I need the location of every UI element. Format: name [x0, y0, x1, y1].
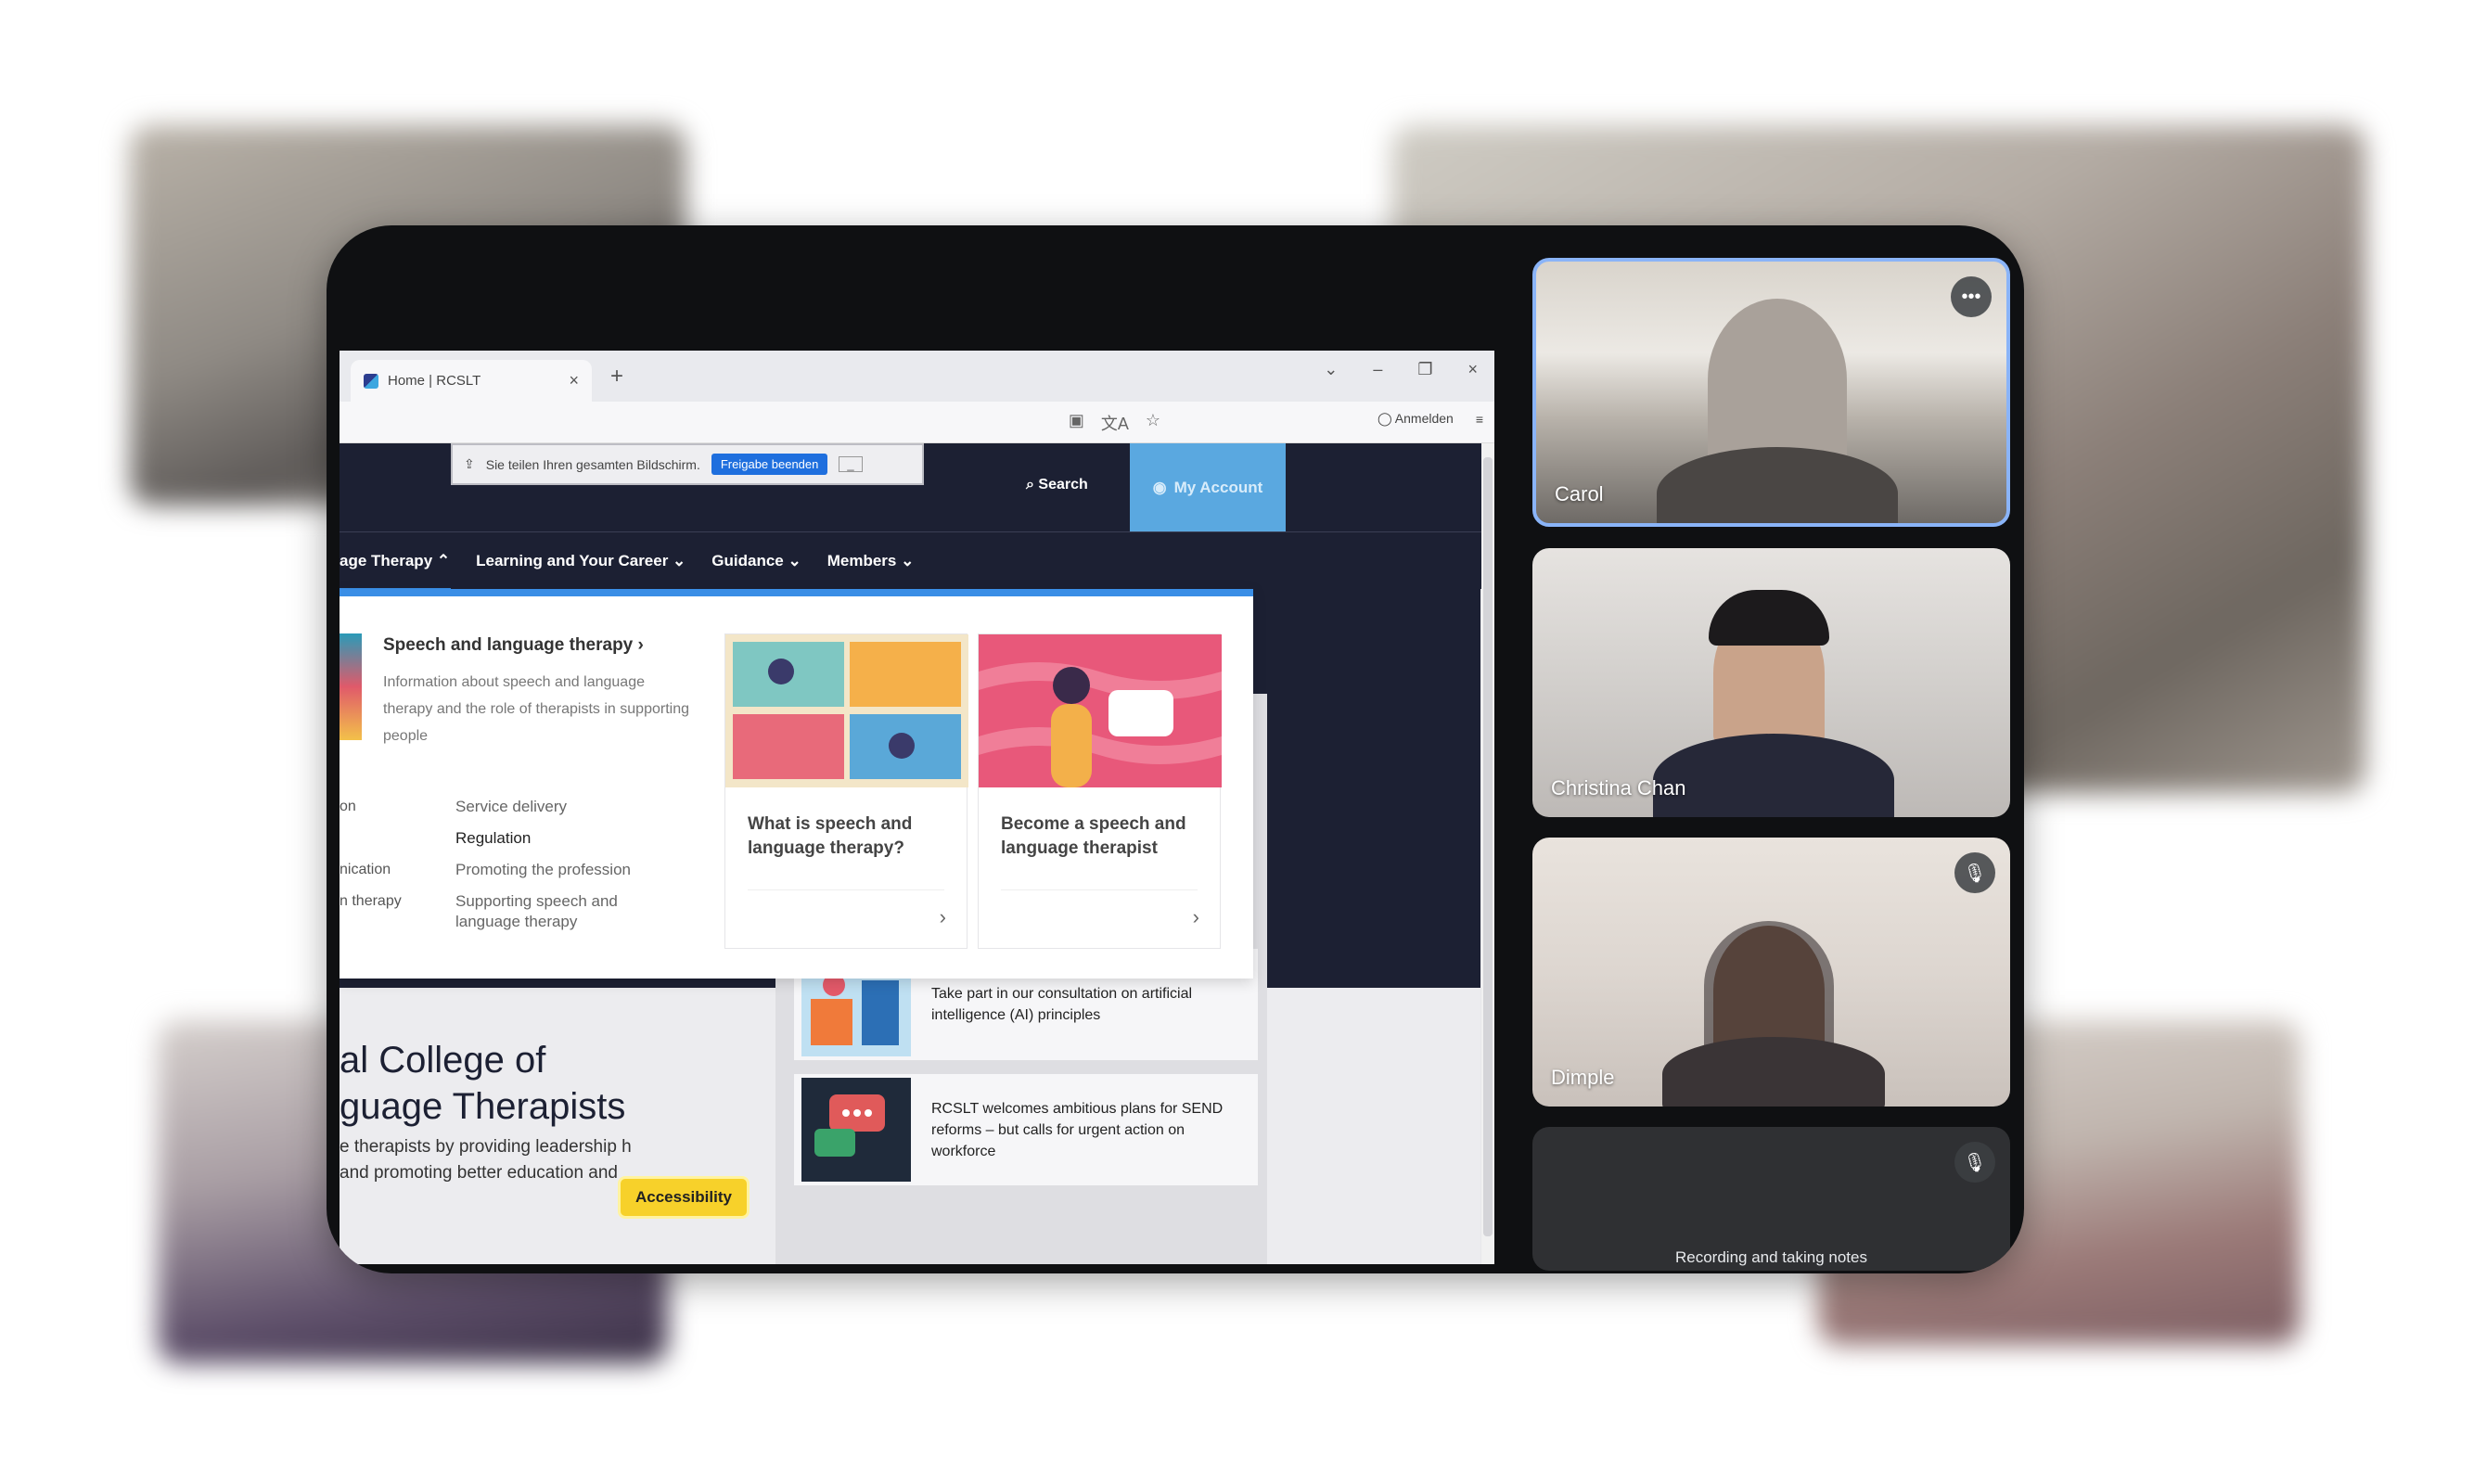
mega-menu-link[interactable]: nication	[340, 854, 402, 886]
mega-menu-link-supporting-slt[interactable]: Supporting speech and language therapy	[455, 891, 641, 932]
recording-status-text: Recording and taking notes	[1675, 1248, 1867, 1266]
participant-video	[1662, 1037, 1885, 1107]
profile-label: Anmelden	[1394, 411, 1454, 426]
screen-share-notification: ⇪ Sie teilen Ihren gesamten Bildschirm. …	[451, 443, 924, 485]
participant-video	[1708, 299, 1847, 461]
card-title: What is speech and language therapy?	[748, 814, 913, 858]
nav-item-guidance[interactable]: Guidance ⌄	[711, 552, 801, 570]
card-title: Become a speech and language therapist	[1001, 814, 1186, 858]
news-headline: Take part in our consultation on artific…	[931, 986, 1193, 1023]
search-icon: ⌕	[1026, 477, 1039, 493]
mega-menu-link-regulation[interactable]: Regulation	[455, 823, 641, 854]
divider	[748, 889, 944, 890]
site-navigation: age Therapy ⌃ Learning and Your Career ⌄…	[340, 531, 1494, 593]
profile-icon: ◯	[1377, 411, 1395, 426]
chevron-right-icon: ›	[1192, 905, 1199, 928]
participant-video	[1653, 734, 1894, 817]
muted-microphone-icon: 🎙	[1954, 1142, 1995, 1183]
card-illustration	[725, 634, 968, 787]
hero-description: e therapists by providing leadership h a…	[340, 1137, 632, 1183]
mega-menu-link[interactable]: on	[340, 791, 402, 823]
search-label: Search	[1038, 477, 1088, 493]
my-account-label: My Account	[1173, 478, 1263, 496]
participant-name: Christina Chan	[1551, 776, 1686, 800]
minimize-icon[interactable]: –	[1373, 360, 1382, 379]
card-illustration	[979, 634, 1222, 787]
profile-button[interactable]: ◯ Anmelden	[1378, 411, 1454, 427]
site-header: ⇪ Sie teilen Ihren gesamten Bildschirm. …	[340, 443, 1494, 531]
participant-tile-notetaker[interactable]: 🎙 Recording and taking notes	[1532, 1127, 2010, 1271]
participant-video	[1657, 447, 1898, 523]
hide-notification-button[interactable]: _	[839, 456, 863, 472]
user-icon: ◉	[1152, 478, 1167, 496]
chevron-right-icon: ›	[939, 905, 946, 928]
mega-menu-dropdown: Speech and language therapy › Informatio…	[340, 589, 1253, 979]
mega-menu-card[interactable]: What is speech and language therapy? ›	[724, 633, 968, 949]
bookmark-star-icon[interactable]: ☆	[1146, 411, 1160, 435]
participant-video	[1709, 590, 1829, 646]
new-tab-button[interactable]: +	[610, 364, 623, 390]
browser-tab-bar: Home | RCSLT × + ⌄ – ❐ ×	[340, 351, 1494, 402]
more-options-icon[interactable]: •••	[1951, 276, 1992, 317]
shared-browser-window: Home | RCSLT × + ⌄ – ❐ × ▣ 文A ☆ ◯ Anmeld…	[340, 351, 1494, 1264]
nav-item-members[interactable]: Members ⌄	[827, 552, 915, 570]
install-app-icon[interactable]: ▣	[1069, 411, 1084, 435]
mega-menu-heading-link[interactable]: Speech and language therapy ›	[383, 635, 644, 656]
mega-menu-link[interactable]	[340, 823, 402, 854]
participant-tile-christina-chan[interactable]: Christina Chan	[1532, 548, 2010, 817]
participant-name: Carol	[1555, 482, 1604, 505]
share-message: Sie teilen Ihren gesamten Bildschirm.	[485, 456, 700, 472]
window-controls: ⌄ – ❐ ×	[1324, 360, 1494, 379]
participant-tile-dimple[interactable]: 🎙 Dimple	[1532, 838, 2010, 1107]
news-thumbnail	[801, 1078, 911, 1182]
mega-menu-link[interactable]: n therapy	[340, 886, 402, 917]
share-icon: ⇪	[464, 456, 475, 471]
mega-menu-link-promoting-profession[interactable]: Promoting the profession	[455, 854, 641, 886]
my-account-button[interactable]: ◉ My Account	[1130, 443, 1286, 531]
tab-list-icon[interactable]: ⌄	[1324, 360, 1338, 379]
participant-name: Dimple	[1551, 1066, 1615, 1089]
mega-menu-links: Service delivery Regulation Promoting th…	[455, 791, 641, 932]
tab-title: Home | RCSLT	[388, 373, 481, 389]
search-button[interactable]: ⌕ Search	[1026, 477, 1088, 493]
menu-icon[interactable]: ≡	[1476, 412, 1483, 427]
news-headline: RCSLT welcomes ambitious plans for SEND …	[931, 1100, 1224, 1159]
nav-item-learning-career[interactable]: Learning and Your Career ⌄	[476, 552, 686, 570]
page-scrollbar[interactable]	[1481, 443, 1494, 1264]
browser-toolbar: ▣ 文A ☆ ◯ Anmelden ≡	[340, 402, 1494, 443]
hero-title-line: al College of	[340, 1040, 546, 1081]
close-window-icon[interactable]: ×	[1467, 360, 1478, 379]
close-tab-icon[interactable]: ×	[569, 371, 579, 390]
mega-menu-partial-links: on nication n therapy	[340, 791, 402, 917]
participant-tile-carol[interactable]: ••• Carol	[1532, 258, 2010, 527]
hero-title-line: guage Therapists	[340, 1086, 626, 1127]
translate-icon[interactable]: 文A	[1101, 411, 1129, 435]
meeting-window: Home | RCSLT × + ⌄ – ❐ × ▣ 文A ☆ ◯ Anmeld…	[327, 225, 2024, 1273]
stop-sharing-button[interactable]: Freigabe beenden	[711, 454, 828, 475]
meeting-stage: Home | RCSLT × + ⌄ – ❐ × ▣ 文A ☆ ◯ Anmeld…	[0, 0, 2486, 1484]
accessibility-button[interactable]: Accessibility	[618, 1176, 750, 1219]
nav-item-speech-language-therapy[interactable]: age Therapy ⌃	[340, 552, 450, 570]
mega-menu-link-service-delivery[interactable]: Service delivery	[455, 791, 641, 823]
divider	[1001, 889, 1198, 890]
rcslt-website: ⇪ Sie teilen Ihren gesamten Bildschirm. …	[340, 443, 1494, 1264]
news-item[interactable]: RCSLT welcomes ambitious plans for SEND …	[794, 1074, 1258, 1185]
scrollbar-thumb[interactable]	[1483, 457, 1493, 1236]
hero-title: al College of guage Therapists	[340, 1037, 625, 1130]
rcslt-favicon-icon	[364, 373, 378, 389]
mega-menu-description: Information about speech and language th…	[383, 674, 689, 744]
mega-menu-card[interactable]: Become a speech and language therapist ›	[978, 633, 1222, 949]
muted-microphone-icon: 🎙	[1954, 852, 1995, 893]
browser-tab[interactable]: Home | RCSLT ×	[351, 360, 592, 402]
restore-icon[interactable]: ❐	[1417, 360, 1432, 379]
section-thumbnail	[340, 633, 362, 740]
